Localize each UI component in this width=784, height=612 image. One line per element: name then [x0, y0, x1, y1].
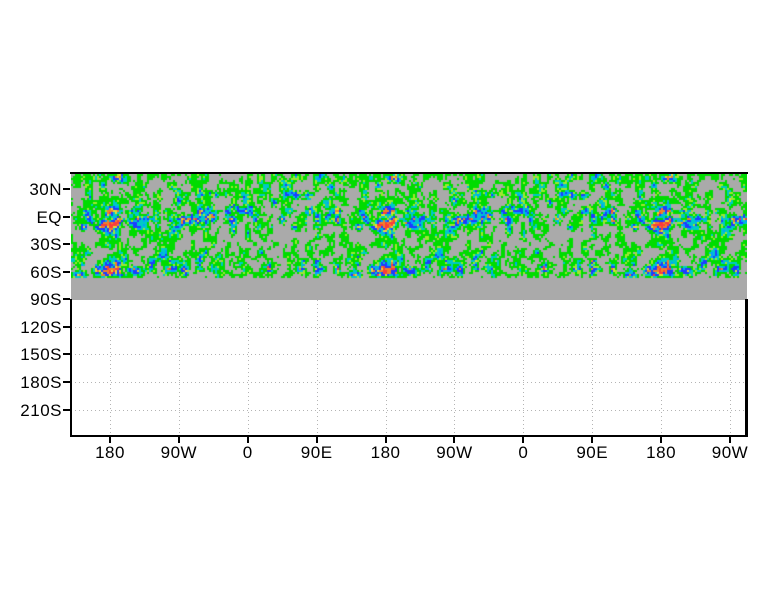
y-axis-tick	[62, 270, 70, 273]
x-tick-label: 90W	[160, 443, 198, 462]
x-tick-label: 90W	[436, 443, 473, 462]
y-axis-tick	[62, 381, 70, 384]
y-tick-label: 150S	[20, 345, 62, 365]
gridline-vertical	[454, 300, 456, 435]
x-tick-label: 180	[646, 443, 677, 462]
y-tick-label: EQ	[36, 207, 62, 227]
y-axis-tick	[62, 188, 70, 190]
y-tick-label: 120S	[20, 317, 62, 337]
y-axis-tick	[62, 215, 70, 218]
gridline-horizontal	[71, 409, 745, 411]
y-tick-label: 30N	[29, 180, 62, 199]
y-tick-label: 30S	[30, 235, 62, 255]
gridline-horizontal	[71, 354, 745, 356]
x-tick-label: 90E	[576, 443, 609, 462]
y-tick-label: 90S	[30, 290, 62, 310]
gridline-horizontal	[71, 382, 745, 384]
x-tick-label: 90E	[300, 443, 333, 462]
gridline-vertical	[178, 300, 180, 435]
frame-top	[69, 171, 748, 174]
grads-plot-page: 30N EQ 30S 60S 90S 120S 150S 180S 210S 180 90W 0 90E…	[0, 0, 784, 612]
frame-bottom	[69, 434, 748, 437]
y-tick-label: 210S	[20, 400, 62, 420]
gridline-vertical	[385, 300, 387, 435]
gridline-vertical	[110, 300, 111, 435]
y-axis-tick	[62, 408, 70, 411]
x-tick-label: 180	[95, 443, 125, 462]
gridline-vertical	[247, 300, 249, 435]
gridline-horizontal	[71, 326, 745, 328]
frame-right	[745, 299, 748, 435]
gridline-vertical	[592, 300, 594, 435]
x-tick-label: 0	[242, 443, 253, 462]
y-axis-tick	[62, 298, 70, 301]
y-axis-tick	[62, 243, 70, 246]
y-tick-label: 60S	[30, 262, 62, 282]
y-tick-label: 180S	[20, 373, 62, 393]
gridline-vertical	[316, 300, 318, 435]
x-tick-label: 180	[370, 443, 401, 462]
frame-left	[69, 299, 72, 435]
y-axis-tick	[62, 325, 70, 328]
gridline-vertical	[523, 300, 525, 435]
gridline-vertical	[730, 300, 731, 435]
x-tick-label: 0	[518, 443, 529, 462]
gridline-vertical	[661, 300, 663, 435]
heatmap-field-canvas	[71, 174, 747, 300]
y-axis-tick	[62, 353, 70, 356]
x-tick-label: 90W	[711, 443, 749, 462]
